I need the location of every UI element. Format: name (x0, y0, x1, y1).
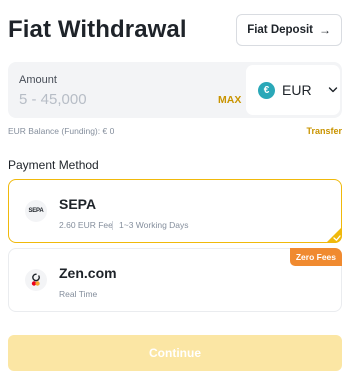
transfer-link[interactable]: Transfer (306, 126, 342, 136)
amount-input[interactable] (19, 91, 209, 108)
method-time: 1~3 Working Days (119, 220, 189, 230)
chevron-down-icon (328, 87, 337, 93)
header: Fiat Withdrawal Fiat Deposit → (8, 12, 342, 48)
payment-method-zen[interactable]: Zero Fees Zen.com Real Time (8, 248, 342, 312)
payment-method-sepa[interactable]: SEPA SEPA 2.60 EUR Fee 1~3 Working Days (8, 179, 342, 243)
check-badge-icon (326, 227, 342, 243)
method-fee: 2.60 EUR Fee (59, 220, 113, 230)
method-subtitle: Real Time (59, 289, 98, 299)
zen-logo-icon (25, 269, 47, 291)
zero-fees-badge: Zero Fees (289, 248, 342, 266)
currency-code: EUR (282, 82, 312, 98)
divider (112, 221, 113, 230)
continue-button[interactable]: Continue (8, 335, 342, 371)
fiat-deposit-label: Fiat Deposit (247, 24, 313, 36)
amount-field[interactable]: Amount MAX € EUR (8, 62, 342, 118)
sepa-logo-text: SEPA (28, 208, 44, 214)
arrow-right-icon: → (319, 23, 331, 37)
payment-method-title: Payment Method (8, 158, 99, 172)
balance-text: EUR Balance (Funding): € 0 (8, 126, 115, 136)
balance-row: EUR Balance (Funding): € 0 Transfer (8, 126, 342, 136)
amount-label: Amount (19, 74, 57, 86)
method-name: SEPA (59, 196, 97, 212)
euro-icon: € (258, 81, 275, 99)
page-title: Fiat Withdrawal (8, 16, 187, 43)
zen-mark-icon (31, 273, 40, 286)
currency-select[interactable]: € EUR (246, 65, 340, 115)
sepa-logo-icon: SEPA (25, 200, 47, 222)
max-button[interactable]: MAX (218, 94, 241, 106)
method-name: Zen.com (59, 265, 117, 281)
fiat-deposit-button[interactable]: Fiat Deposit → (236, 14, 342, 46)
